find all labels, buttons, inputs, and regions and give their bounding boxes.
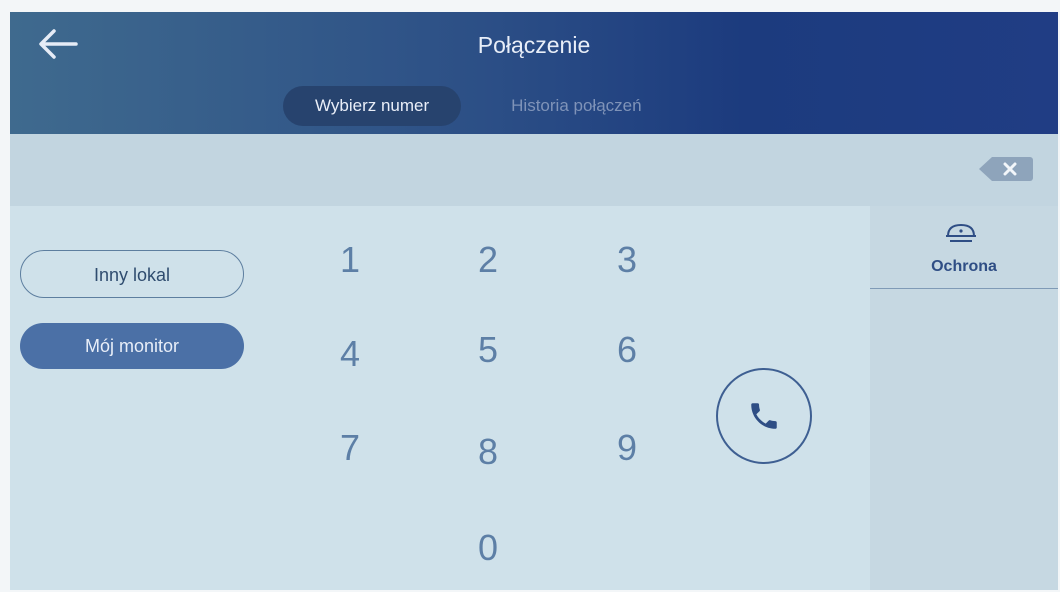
tab-call-history[interactable]: Historia połączeń xyxy=(491,86,661,126)
phone-icon xyxy=(751,403,777,429)
key-6[interactable]: 6 xyxy=(587,320,667,380)
number-input-bar[interactable] xyxy=(10,134,1058,206)
security-tab-label: Ochrona xyxy=(931,258,997,275)
page-title: Połączenie xyxy=(477,32,591,58)
key-0[interactable]: 0 xyxy=(448,518,528,578)
header-bar: Połączenie Wybierz numer Historia połącz… xyxy=(10,12,1058,134)
side-panel: Ochrona xyxy=(870,206,1058,590)
call-button[interactable] xyxy=(716,368,812,464)
backspace-icon xyxy=(979,157,1033,181)
tab-dial-number[interactable]: Wybierz numer xyxy=(283,86,462,126)
intercom-screen: Połączenie Wybierz numer Historia połącz… xyxy=(10,12,1058,590)
key-5[interactable]: 5 xyxy=(448,320,528,380)
dial-panel: Inny lokal Mój monitor 1 2 3 4 5 6 7 8 9… xyxy=(10,206,870,590)
key-8[interactable]: 8 xyxy=(448,422,528,482)
key-4[interactable]: 4 xyxy=(310,324,390,384)
delete-button[interactable] xyxy=(978,156,1034,182)
key-3[interactable]: 3 xyxy=(587,230,667,290)
my-monitor-button[interactable]: Mój monitor xyxy=(20,323,244,369)
alarm-icon xyxy=(946,223,976,242)
other-unit-button[interactable]: Inny lokal xyxy=(20,250,244,298)
key-1[interactable]: 1 xyxy=(310,230,390,290)
security-tab[interactable]: Ochrona xyxy=(870,206,1058,289)
key-2[interactable]: 2 xyxy=(448,230,528,290)
tab-bar: Wybierz numer Historia połączeń xyxy=(283,86,662,126)
key-7[interactable]: 7 xyxy=(310,418,390,478)
key-9[interactable]: 9 xyxy=(587,418,667,478)
